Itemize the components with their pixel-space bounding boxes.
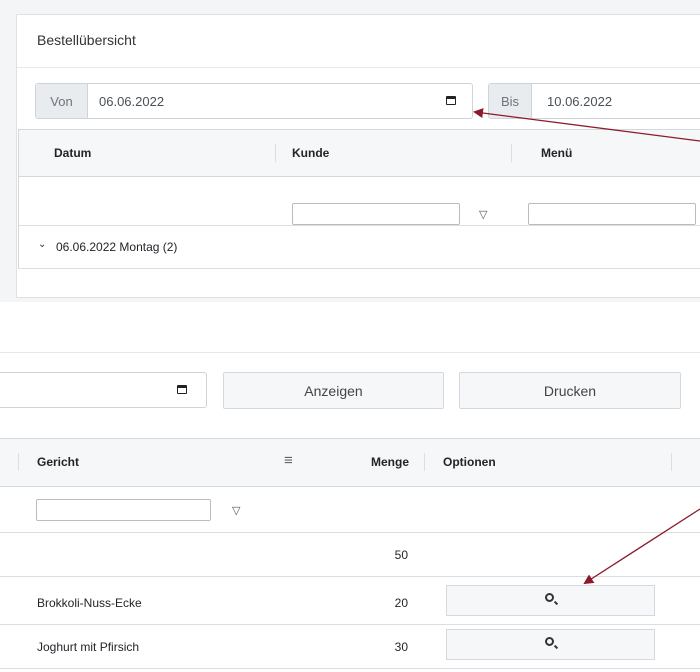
grid-header: Datum Kunde Menü <box>18 129 700 177</box>
column-separator[interactable] <box>424 453 425 471</box>
from-label: Von <box>36 84 88 118</box>
from-date-field[interactable]: Von 06.06.2022 <box>35 83 473 119</box>
to-date-value: 10.06.2022 <box>547 94 613 109</box>
quantity: 20 <box>394 596 408 610</box>
dish-name: Joghurt mit Pfirsich <box>37 640 140 654</box>
table-row: Joghurt mit Pfirsich 30 <box>0 625 700 669</box>
filter-row: ▽ <box>18 177 700 226</box>
column-optionen[interactable]: Optionen <box>443 455 496 469</box>
quantity: 30 <box>394 640 408 654</box>
calendar-icon[interactable] <box>446 96 456 105</box>
column-separator[interactable] <box>275 144 276 162</box>
from-date-value: 06.06.2022 <box>99 94 165 109</box>
calendar-icon[interactable] <box>177 385 187 394</box>
divider <box>17 67 700 68</box>
filter-icon[interactable]: ▽ <box>232 504 240 517</box>
column-menu-icon[interactable]: ≡ <box>284 452 293 469</box>
show-button[interactable]: Anzeigen <box>223 372 444 409</box>
to-label: Bis <box>489 84 532 118</box>
bottom-screenshot: Anzeigen Drucken Gericht ≡ Menge Optione… <box>0 318 700 672</box>
divider <box>0 352 700 353</box>
column-separator[interactable] <box>671 453 672 471</box>
column-gericht[interactable]: Gericht <box>37 455 79 469</box>
column-menu[interactable]: Menü <box>541 146 572 160</box>
print-button[interactable]: Drucken <box>459 372 681 409</box>
group-row[interactable]: ⌄ 06.06.2022 Montag (2) <box>18 226 700 269</box>
column-datum[interactable]: Datum <box>54 146 91 160</box>
column-separator[interactable] <box>18 453 19 471</box>
menu-filter-input[interactable] <box>528 203 696 225</box>
panel-title: Bestellübersicht <box>37 32 136 48</box>
details-button[interactable] <box>446 629 655 660</box>
chevron-down-icon[interactable]: ⌄ <box>38 239 46 250</box>
dish-filter-input[interactable] <box>36 499 211 521</box>
column-kunde[interactable]: Kunde <box>292 146 329 160</box>
filter-icon[interactable]: ▽ <box>479 208 487 221</box>
search-icon <box>545 593 554 602</box>
to-date-field[interactable]: Bis 10.06.2022 <box>488 83 700 119</box>
search-icon <box>545 637 554 646</box>
top-screenshot: Bestellübersicht Von 06.06.2022 Bis 10.0… <box>0 0 700 302</box>
customer-filter-input[interactable] <box>292 203 460 225</box>
table-row: Brokkoli-Nuss-Ecke 20 <box>0 581 700 625</box>
dish-name: Brokkoli-Nuss-Ecke <box>37 596 142 610</box>
dish-filter-row: ▽ <box>0 487 700 533</box>
quantity: 50 <box>394 548 408 562</box>
to-date-field-continued[interactable] <box>0 372 207 408</box>
group-label: 06.06.2022 Montag (2) <box>56 240 178 254</box>
details-button[interactable] <box>446 585 655 616</box>
column-separator[interactable] <box>511 144 512 162</box>
table-row: 50 <box>0 533 700 577</box>
column-menge[interactable]: Menge <box>371 455 409 469</box>
dish-grid-header: Gericht ≡ Menge Optionen <box>0 438 700 487</box>
